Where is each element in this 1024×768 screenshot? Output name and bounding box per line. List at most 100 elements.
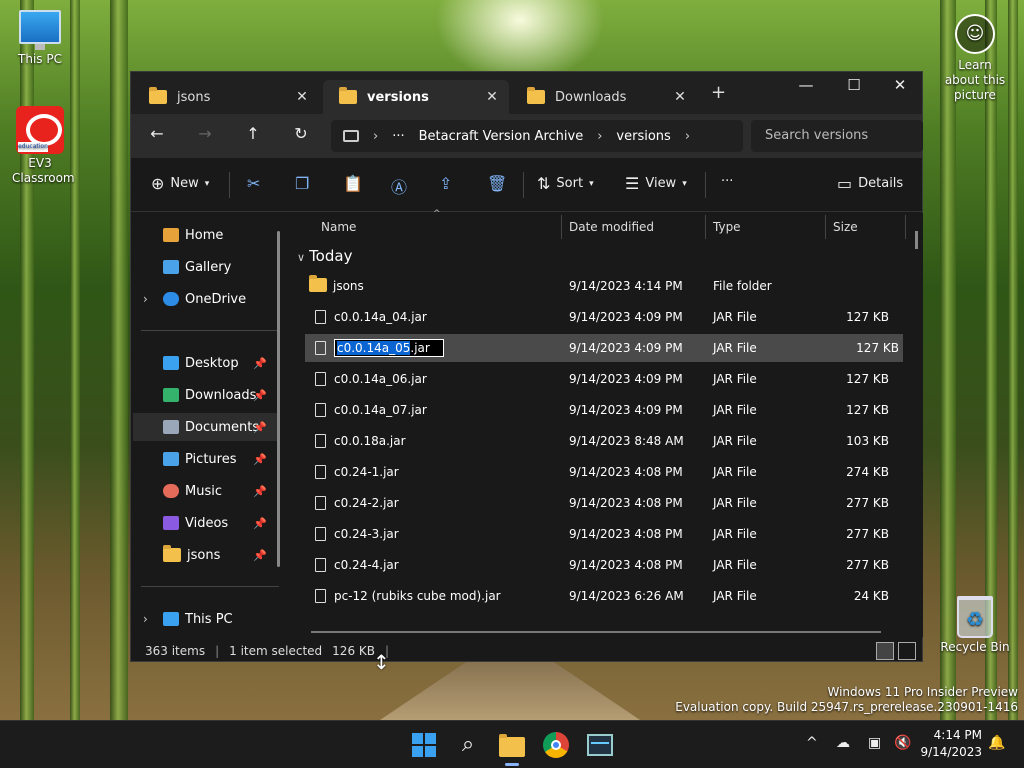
- search-icon[interactable]: ⌕: [452, 729, 484, 761]
- tray-overflow-chevron-icon[interactable]: ^: [806, 735, 818, 751]
- new-tab-button[interactable]: +: [711, 82, 726, 103]
- breadcrumb-item[interactable]: Betacraft Version Archive: [419, 129, 584, 144]
- close-icon[interactable]: ✕: [295, 89, 309, 105]
- task-manager-icon[interactable]: [584, 729, 616, 761]
- pin-icon: 📌: [253, 452, 267, 466]
- tab-downloads[interactable]: Downloads ✕: [511, 80, 697, 114]
- back-button[interactable]: ←: [143, 124, 171, 143]
- file-size: 127 KB: [846, 403, 889, 417]
- file-row[interactable]: c0.0.14a_07.jar 9/14/2023 4:09 PM JAR Fi…: [305, 396, 903, 424]
- taskbar-clock[interactable]: 4:14 PM 9/14/2023: [920, 727, 982, 761]
- start-logo-tile: [412, 733, 423, 744]
- sidebar-item-onedrive[interactable]: › OneDrive: [133, 285, 279, 313]
- chevron-right-icon[interactable]: ›: [143, 292, 148, 306]
- file-row[interactable]: c0.0.14a_06.jar 9/14/2023 4:09 PM JAR Fi…: [305, 365, 903, 393]
- watermark-line: Windows 11 Pro Insider Preview: [827, 685, 1018, 699]
- view-button-label: View: [645, 176, 677, 191]
- chrome-icon[interactable]: [540, 729, 572, 761]
- file-row[interactable]: pc-12 (rubiks cube mod).jar 9/14/2023 6:…: [305, 582, 903, 610]
- sidebar-item-desktop[interactable]: Desktop 📌: [133, 349, 279, 377]
- details-view-button[interactable]: [876, 642, 894, 660]
- file-explorer-icon[interactable]: [496, 729, 528, 766]
- close-icon[interactable]: ✕: [485, 89, 499, 105]
- file-row[interactable]: c0.24-3.jar 9/14/2023 4:08 PM JAR File 2…: [305, 520, 903, 548]
- file-row[interactable]: c0.0.18a.jar 9/14/2023 8:48 AM JAR File …: [305, 427, 903, 455]
- desktop-icon-recycle-bin[interactable]: ♻ Recycle Bin: [935, 596, 1015, 655]
- tab-jsons[interactable]: jsons ✕: [133, 80, 319, 114]
- column-header-date-modified[interactable]: Date modified: [561, 213, 654, 241]
- sidebar-item-this-pc[interactable]: › This PC: [133, 605, 279, 633]
- sidebar-item-gallery[interactable]: Gallery: [133, 253, 279, 281]
- sidebar-item-videos[interactable]: Videos 📌: [133, 509, 279, 537]
- file-row[interactable]: c0.24-4.jar 9/14/2023 4:08 PM JAR File 2…: [305, 551, 903, 579]
- horizontal-scrollbar[interactable]: [311, 631, 881, 633]
- delete-button[interactable]: 🗑: [487, 174, 507, 193]
- network-icon[interactable]: ▣: [868, 735, 881, 751]
- more-options-button[interactable]: ···: [721, 174, 733, 189]
- file-row[interactable]: c0.24-2.jar 9/14/2023 4:08 PM JAR File 2…: [305, 489, 903, 517]
- volume-muted-icon[interactable]: 🔇: [894, 735, 911, 751]
- file-row-jsons[interactable]: jsons 9/14/2023 4:14 PM File folder: [305, 272, 903, 300]
- search-input[interactable]: Search versions: [751, 120, 923, 152]
- address-field[interactable]: › ··· Betacraft Version Archive › versio…: [331, 120, 743, 152]
- copy-button[interactable]: ❐: [295, 174, 309, 193]
- forward-button[interactable]: →: [191, 124, 219, 143]
- file-list-scrollbar[interactable]: [915, 231, 918, 249]
- group-header-today[interactable]: ∨ Today: [297, 247, 352, 265]
- clock-date: 9/14/2023: [920, 745, 982, 759]
- up-button[interactable]: ↑: [239, 124, 267, 143]
- column-divider[interactable]: [905, 215, 906, 239]
- column-header-type[interactable]: Type: [705, 213, 741, 241]
- minimize-button[interactable]: —: [783, 76, 829, 94]
- file-row[interactable]: c0.0.14a_04.jar 9/14/2023 4:09 PM JAR Fi…: [305, 303, 903, 331]
- file-size: 277 KB: [846, 496, 889, 510]
- sidebar-item-documents[interactable]: Documents 📌: [133, 413, 279, 441]
- file-name: c0.0.14a_06.jar: [315, 365, 427, 393]
- command-bar: ⊕ New ▾ ✂ ❐ 📋 Ⓐ ⇪ 🗑 ⇅ Sort ▾ ☰ View ▾ ··…: [131, 158, 922, 212]
- file-name: c0.0.14a_05.jar: [315, 334, 444, 362]
- desktop-icon-learn-about-picture[interactable]: ☺ Learn about this picture: [935, 14, 1015, 103]
- sort-button[interactable]: ⇅ Sort ▾: [537, 174, 594, 193]
- rename-button[interactable]: Ⓐ: [391, 174, 407, 198]
- sidebar-item-home[interactable]: Home: [133, 221, 279, 249]
- maximize-button[interactable]: ☐: [831, 76, 877, 94]
- sidebar-item-downloads[interactable]: Downloads 📌: [133, 381, 279, 409]
- desktop-icon: [163, 356, 179, 370]
- breadcrumb-overflow-button[interactable]: ···: [392, 129, 404, 144]
- sidebar-scrollbar[interactable]: [277, 231, 280, 567]
- desktop-icon-ev3-classroom[interactable]: education EV3 Classroom: [0, 106, 80, 186]
- desktop-icon-this-pc[interactable]: This PC: [0, 10, 80, 67]
- onedrive-status-icon[interactable]: ☁: [836, 735, 850, 751]
- refresh-button[interactable]: ↻: [287, 124, 315, 143]
- file-size: 127 KB: [856, 341, 899, 355]
- sidebar-item-label: OneDrive: [185, 291, 247, 307]
- close-icon[interactable]: ✕: [673, 89, 687, 105]
- sidebar-item-music[interactable]: Music 📌: [133, 477, 279, 505]
- notification-bell-icon[interactable]: 🔔: [988, 735, 1005, 751]
- breadcrumb-item[interactable]: versions: [616, 129, 670, 144]
- file-row-selected[interactable]: c0.0.14a_05.jar 9/14/2023 4:09 PM JAR Fi…: [305, 334, 903, 362]
- sidebar-item-pictures[interactable]: Pictures 📌: [133, 445, 279, 473]
- column-header-size[interactable]: Size: [825, 213, 858, 241]
- file-row[interactable]: c0.24-1.jar 9/14/2023 4:08 PM JAR File 2…: [305, 458, 903, 486]
- new-button[interactable]: ⊕ New ▾: [151, 174, 209, 193]
- start-icon[interactable]: [408, 729, 440, 761]
- cut-button[interactable]: ✂: [247, 174, 260, 193]
- column-header-name[interactable]: Name: [313, 213, 356, 241]
- close-window-button[interactable]: ✕: [877, 76, 923, 94]
- file-type: JAR File: [713, 434, 757, 448]
- details-pane-button[interactable]: ▭ Details: [837, 174, 903, 193]
- rename-input[interactable]: c0.0.14a_05.jar: [334, 339, 444, 357]
- copy-icon: ❐: [295, 174, 310, 193]
- sidebar-item-label: This PC: [185, 611, 233, 627]
- breadcrumb-separator[interactable]: ›: [597, 129, 602, 144]
- share-button[interactable]: ⇪: [439, 174, 452, 193]
- breadcrumb-separator[interactable]: ›: [685, 129, 690, 144]
- sidebar-item-jsons[interactable]: jsons 📌: [133, 541, 279, 569]
- file-type: JAR File: [713, 341, 757, 355]
- view-button[interactable]: ☰ View ▾: [625, 174, 687, 193]
- tab-versions[interactable]: versions ✕: [323, 80, 509, 114]
- tiles-view-button[interactable]: [898, 642, 916, 660]
- chevron-right-icon[interactable]: ›: [143, 612, 148, 626]
- paste-button[interactable]: 📋: [343, 174, 363, 193]
